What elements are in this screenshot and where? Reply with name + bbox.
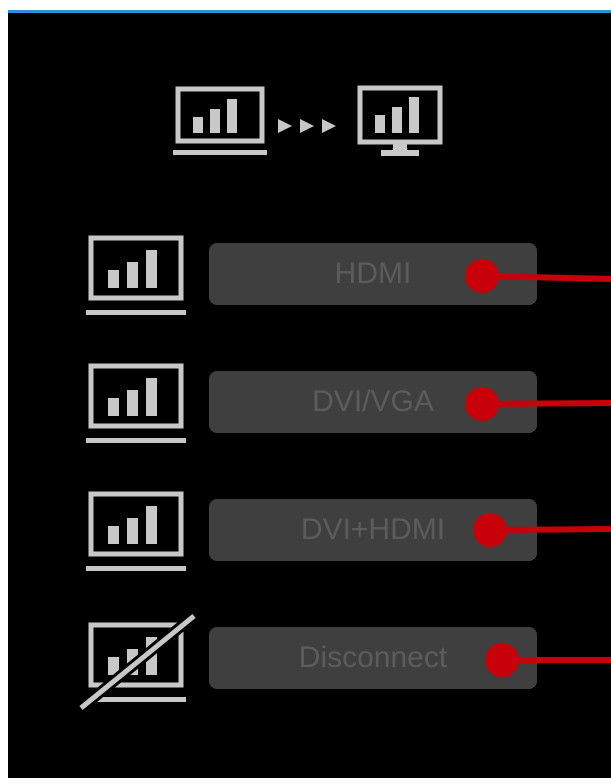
window-frame: HDMI DVI/VGA DVI+HDMI Disconnect — [0, 0, 611, 783]
dvi-hdmi-button[interactable]: DVI+HDMI — [209, 499, 537, 561]
hdmi-button[interactable]: HDMI — [209, 243, 537, 305]
laptop-disconnected-icon — [78, 613, 198, 713]
laptop-icon — [86, 363, 186, 443]
display-mode-panel: HDMI DVI/VGA DVI+HDMI Disconnect — [8, 10, 611, 778]
dvi-vga-button[interactable]: DVI/VGA — [209, 371, 537, 433]
laptop-icon — [86, 235, 186, 315]
laptop-icon — [173, 86, 267, 155]
laptop-icon — [86, 491, 186, 571]
monitor-icon — [357, 85, 443, 156]
triple-arrow-icon — [278, 119, 336, 133]
disconnect-button[interactable]: Disconnect — [209, 627, 537, 689]
